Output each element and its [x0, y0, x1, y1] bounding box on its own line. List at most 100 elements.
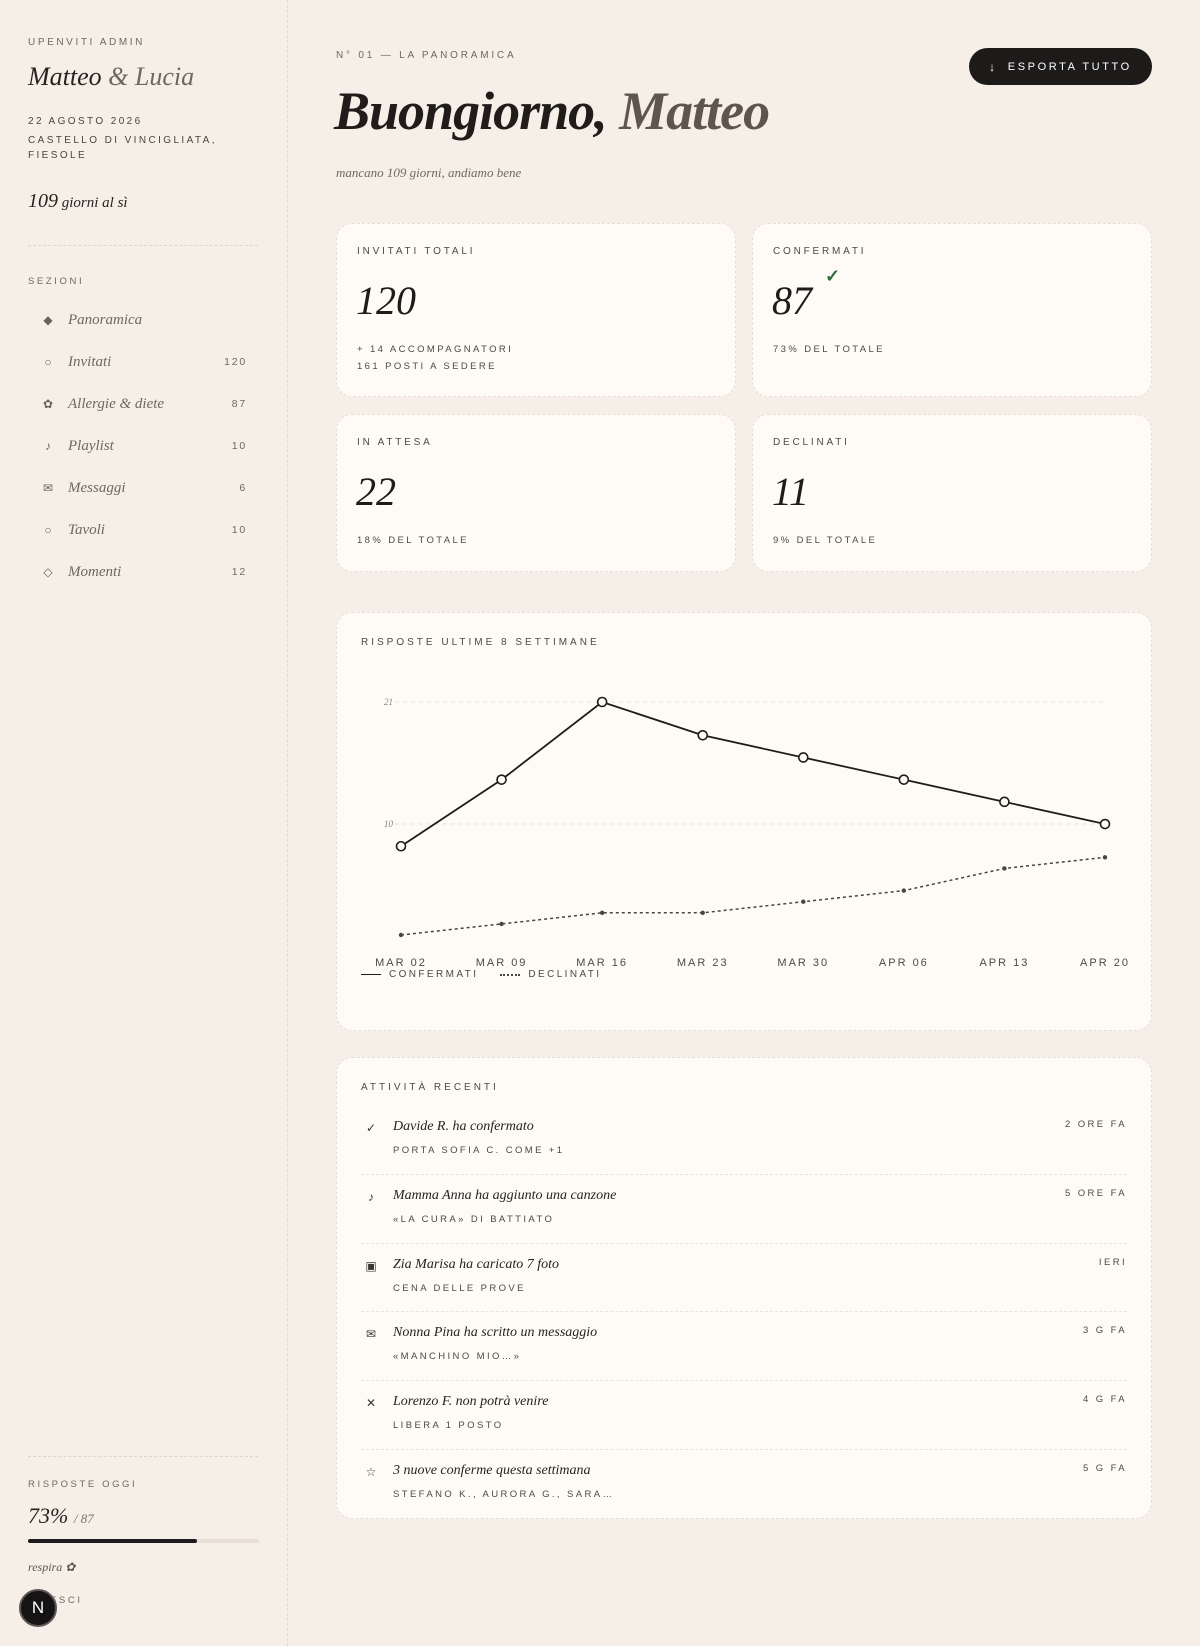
- stat-value: 120: [356, 278, 416, 323]
- star-icon: ☆: [365, 1464, 377, 1479]
- export-label: ESPORTA TUTTO: [1007, 60, 1132, 73]
- activity-row[interactable]: ✕ Lorenzo F. non potrà venire LIBERA 1 P…: [361, 1381, 1127, 1450]
- stat-value: 22: [356, 469, 396, 514]
- stat-note: 9% DEL TOTALE: [773, 535, 878, 546]
- series-line-confermati: [400, 700, 1106, 847]
- data-point-declinati: [398, 932, 404, 938]
- wedding-venue: CASTELLO DI VINCIGLIATA, FIESOLE: [28, 135, 217, 161]
- activity-row[interactable]: ☆ 3 nuove conferme questa settimana STEF…: [361, 1450, 1127, 1519]
- activity-row[interactable]: ♪ Mamma Anna ha aggiunto una canzone «LA…: [361, 1175, 1127, 1244]
- sidebar-item-count: 10: [231, 440, 247, 452]
- sidebar-item-label: Tavoli: [68, 521, 105, 538]
- data-point-declinati: [1102, 855, 1108, 860]
- music-note-icon: ♪: [45, 439, 51, 453]
- sidebar-item-tavoli[interactable]: ○ Tavoli 10: [28, 510, 259, 550]
- activity-text: Davide R. ha confermato: [393, 1119, 534, 1134]
- data-point-confermati: [797, 752, 809, 763]
- sidebar-item-allergie[interactable]: ✿ Allergie & diete 87: [28, 384, 259, 424]
- activity-row[interactable]: ▣ Zia Marisa ha caricato 7 foto CENA DEL…: [361, 1244, 1127, 1313]
- data-point-declinati: [1002, 866, 1007, 871]
- greeting: Buongiorno,: [334, 81, 608, 141]
- activity-title: ATTIVITÀ RECENTI: [361, 1082, 499, 1093]
- stat-label: IN ATTESA: [357, 437, 433, 448]
- greeting-name: Matteo: [619, 81, 770, 141]
- y-tick-label: 10: [384, 819, 394, 829]
- stat-value: 11: [772, 469, 810, 514]
- sidebar-item-count: 10: [231, 524, 247, 536]
- x-tick-label: MAR 23: [677, 957, 729, 969]
- series-line-declinati: [400, 856, 1106, 936]
- couple-amp: &: [108, 62, 129, 91]
- sidebar-item-count: 12: [231, 566, 247, 578]
- x-tick-label: APR 06: [879, 957, 929, 969]
- stat-label: INVITATI TOTALI: [357, 246, 476, 257]
- data-point-confermati: [395, 840, 407, 852]
- stat-note-line: 161 POSTI A SEDERE: [357, 361, 497, 372]
- data-point-declinati: [599, 910, 605, 916]
- activity-row[interactable]: ✉ Nonna Pina ha scritto un messaggio «MA…: [361, 1312, 1127, 1382]
- legend-item-declined: DECLINATI: [500, 969, 601, 980]
- sidebar-item-count: 87: [231, 398, 247, 410]
- ring-icon: ○: [44, 523, 52, 537]
- couple-names: Matteo & Lucia: [28, 62, 194, 92]
- stat-card-pending: IN ATTESA 22 18% DEL TOTALE: [336, 414, 736, 572]
- x-tick-label: MAR 09: [476, 957, 528, 969]
- data-point-confermati: [898, 774, 910, 785]
- x-tick-label: MAR 02: [375, 957, 427, 969]
- responses-value: 73% / 87: [28, 1503, 94, 1529]
- stat-card-confirmed: CONFERMATI 87 ✓ 73% DEL TOTALE: [752, 223, 1152, 397]
- stat-label: DECLINATI: [773, 437, 850, 448]
- page-title: Buongiorno, Matteo: [334, 80, 770, 142]
- sidebar-item-label: Panoramica: [68, 311, 143, 328]
- sidebar-item-messaggi[interactable]: ✉ Messaggi 6: [28, 468, 259, 508]
- activity-time: 5 ORE FA: [1065, 1187, 1127, 1199]
- chart-legend: CONFERMATI DECLINATI: [361, 969, 623, 980]
- music-note-icon: ♪: [368, 1189, 374, 1204]
- export-all-button[interactable]: ↓ ESPORTA TUTTO: [969, 48, 1152, 85]
- activity-text: Mamma Anna ha aggiunto una canzone: [393, 1187, 617, 1203]
- circle-outline-icon: ○: [44, 355, 52, 369]
- page-eyebrow: N° 01 — LA PANORAMICA: [336, 50, 517, 61]
- envelope-icon: ✉: [365, 1327, 377, 1342]
- wedding-info: 22 AGOSTO 2026 CASTELLO DI VINCIGLIATA, …: [28, 114, 258, 163]
- activity-time: IERI: [1098, 1256, 1127, 1268]
- data-point-confermati: [596, 696, 608, 708]
- sidebar-item-invitati[interactable]: ○ Invitati 120: [28, 342, 259, 382]
- activity-text: Nonna Pina ha scritto un messaggio: [393, 1325, 598, 1341]
- responses-progress-bar: [28, 1539, 259, 1543]
- stat-note: + 14 ACCOMPAGNATORI 161 POSTI A SEDERE: [357, 341, 513, 375]
- data-point-confermati: [999, 796, 1010, 808]
- couple-first: Matteo: [28, 62, 102, 91]
- y-tick-label: 21: [384, 697, 393, 707]
- arrow-down-icon: ↓: [989, 59, 998, 74]
- activity-text: Zia Marisa ha caricato 7 foto: [393, 1256, 560, 1272]
- legend-item-confirmed: CONFERMATI: [361, 969, 478, 980]
- image-icon: ▣: [365, 1258, 377, 1273]
- sidebar-item-panoramica[interactable]: ◆ Panoramica: [28, 300, 259, 340]
- stat-note: 18% DEL TOTALE: [357, 535, 469, 546]
- sidebar-item-momenti[interactable]: ◇ Momenti 12: [28, 552, 259, 592]
- data-point-declinati: [499, 921, 504, 927]
- sidebar-item-playlist[interactable]: ♪ Playlist 10: [28, 426, 259, 466]
- activity-row[interactable]: ✓ Davide R. ha confermato PORTA SOFIA C.…: [361, 1106, 1127, 1175]
- activity-time: 2 ORE FA: [1065, 1119, 1127, 1130]
- days-number: 109: [28, 190, 58, 212]
- data-point-confermati: [1099, 818, 1111, 830]
- activity-card: ATTIVITÀ RECENTI ✓ Davide R. ha conferma…: [336, 1057, 1152, 1519]
- stat-value: 87: [772, 278, 812, 323]
- sections-label: SEZIONI: [28, 276, 85, 287]
- stat-card-declined: DECLINATI 11 9% DEL TOTALE: [752, 414, 1152, 572]
- sidebar-nav: ◆ Panoramica ○ Invitati 120 ✿ Allergie &…: [28, 300, 259, 594]
- sidebar-item-count: 6: [239, 482, 247, 494]
- stat-label: CONFERMATI: [773, 246, 867, 257]
- data-point-confermati: [496, 774, 507, 785]
- activity-time: 3 G FA: [1083, 1325, 1127, 1337]
- sidebar-item-label: Playlist: [68, 437, 114, 454]
- avatar[interactable]: N: [19, 1589, 57, 1627]
- responses-label: RISPOSTE OGGI: [28, 1479, 138, 1490]
- activity-list: ✓ Davide R. ha confermato PORTA SOFIA C.…: [361, 1106, 1127, 1519]
- data-point-declinati: [901, 888, 907, 893]
- sidebar: UPENVITI ADMIN Matteo & Lucia 22 AGOSTO …: [0, 0, 288, 1646]
- check-icon: ✓: [365, 1121, 377, 1135]
- data-point-confermati: [697, 729, 709, 741]
